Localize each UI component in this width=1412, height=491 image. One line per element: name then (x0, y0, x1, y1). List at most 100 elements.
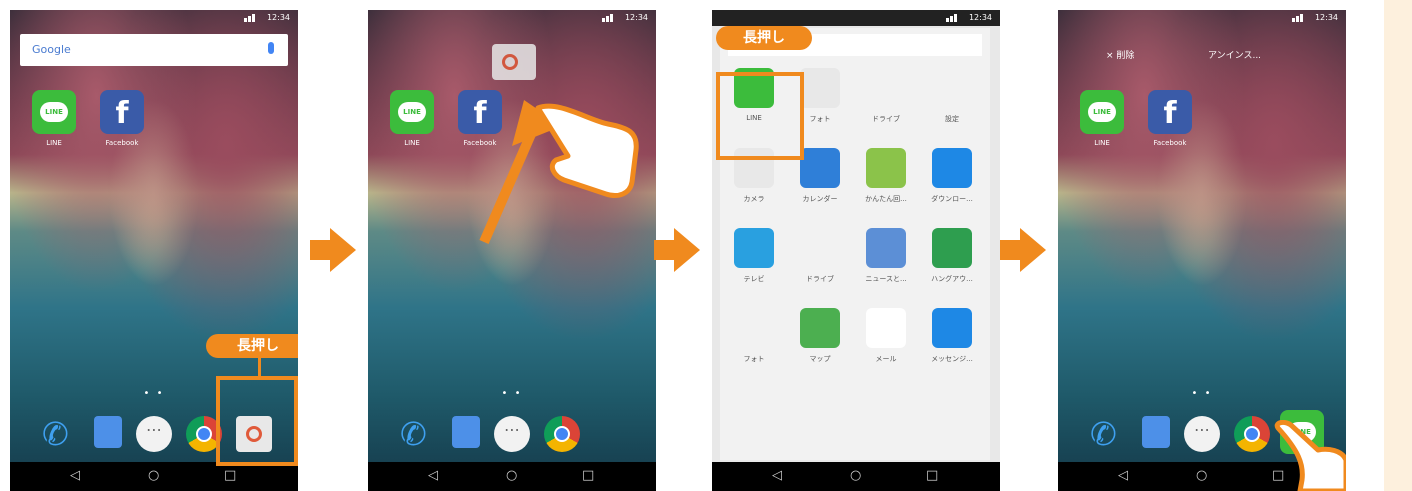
highlight-box (716, 72, 804, 160)
app-grid-item[interactable]: かんたん回... (854, 148, 918, 204)
settings-icon (932, 68, 972, 108)
status-time: 12:34 (624, 13, 648, 22)
hand-pointer-icon (1274, 420, 1346, 491)
app-grid-label: かんたん回... (865, 195, 907, 203)
app-grid-label: ダウンロー... (931, 195, 973, 203)
status-time: 12:34 (1314, 13, 1338, 22)
dock: ✆ (368, 416, 656, 460)
phone-screen-1: 12:34 Google LINE f Facebook • • ✆ ◁ ○ □… (10, 10, 298, 491)
app-grid-item[interactable]: ダウンロー... (920, 148, 984, 204)
facebook-app[interactable]: f Facebook (1140, 90, 1200, 147)
line-app[interactable]: LINE (1072, 90, 1132, 147)
phone-screen-2: 12:34 LINE f Facebook • • ✆ ◁ ○ □ (368, 10, 656, 491)
mic-icon[interactable] (268, 42, 274, 54)
back-icon[interactable]: ◁ (70, 468, 80, 483)
app-grid-label: ドライブ (806, 275, 834, 283)
home-icon[interactable]: ○ (850, 468, 861, 483)
long-press-badge: 長押し (206, 334, 298, 358)
home-icon[interactable]: ○ (148, 468, 159, 483)
step-arrow (1000, 228, 1046, 272)
app-grid-item[interactable]: テレビ (722, 228, 786, 284)
phone-icon[interactable]: ✆ (1090, 416, 1126, 452)
app-grid-label: マップ (809, 355, 831, 363)
drive-icon (866, 68, 906, 108)
messages-icon[interactable] (94, 416, 122, 448)
app-drawer-icon[interactable] (136, 416, 172, 452)
hand-pointer-icon (535, 103, 639, 198)
dragged-camera-icon[interactable] (492, 44, 536, 80)
step-arrow (654, 228, 700, 272)
phone-screen-3: 12:34 アプリを検索 LINEフォトドライブ設定カメラカレンダーかんたん回.… (712, 10, 1000, 491)
back-icon[interactable]: ◁ (428, 468, 438, 483)
messages-icon[interactable] (1142, 416, 1170, 448)
easy-icon (866, 148, 906, 188)
page-indicator: • • (501, 388, 523, 399)
app-grid-label: カメラ (743, 195, 765, 203)
highlight-box (216, 376, 298, 466)
chrome-icon[interactable] (544, 416, 580, 452)
messenger-icon (932, 308, 972, 348)
drive-icon (800, 228, 840, 268)
home-icon[interactable]: ○ (1196, 468, 1207, 483)
google-search-bar[interactable]: Google (20, 34, 288, 66)
nav-bar: ◁ ○ □ (712, 462, 1000, 491)
app-grid-label: メッセンジ... (931, 355, 973, 363)
photos-icon (800, 68, 840, 108)
line-icon (32, 90, 76, 134)
recents-icon[interactable]: □ (582, 468, 594, 483)
line-label: LINE (46, 139, 62, 147)
app-grid-item[interactable]: フォト (722, 308, 786, 364)
news-icon (866, 228, 906, 268)
home-icon[interactable]: ○ (506, 468, 517, 483)
app-drawer-icon[interactable] (494, 416, 530, 452)
nav-bar: ◁ ○ □ (10, 462, 298, 491)
app-grid-item[interactable]: メッセンジ... (920, 308, 984, 364)
side-panel (1384, 0, 1412, 491)
app-grid-label: フォト (743, 355, 765, 363)
badge-connector (258, 358, 261, 376)
uninstall-target[interactable]: アンインス... (1208, 48, 1261, 61)
status-bar: 12:34 (1058, 10, 1346, 26)
back-icon[interactable]: ◁ (772, 468, 782, 483)
recents-icon[interactable]: □ (224, 468, 236, 483)
recents-icon[interactable]: □ (926, 468, 938, 483)
app-grid-item[interactable]: ハングアウ... (920, 228, 984, 284)
facebook-label: Facebook (105, 139, 139, 147)
app-drawer-icon[interactable] (1184, 416, 1220, 452)
signal-icon (244, 13, 260, 22)
app-grid-item[interactable]: ドライブ (854, 68, 918, 124)
nav-bar: ◁ ○ □ (368, 462, 656, 491)
phone-icon[interactable]: ✆ (42, 416, 78, 452)
facebook-app[interactable]: f Facebook (92, 90, 152, 147)
status-time: 12:34 (968, 13, 992, 22)
line-label: LINE (1094, 139, 1110, 147)
line-icon (1080, 90, 1124, 134)
signal-icon (602, 13, 618, 22)
line-label: LINE (404, 139, 420, 147)
messages-icon[interactable] (452, 416, 480, 448)
remove-target[interactable]: × 削除 (1106, 48, 1134, 61)
hangouts-icon (932, 228, 972, 268)
app-grid-item[interactable]: ドライブ (788, 228, 852, 284)
photos-icon (734, 308, 774, 348)
app-grid-label: ドライブ (872, 115, 900, 123)
signal-icon (946, 13, 962, 22)
status-bar: 12:34 (368, 10, 656, 26)
app-grid-item[interactable]: メール (854, 308, 918, 364)
app-grid-item[interactable]: 設定 (920, 68, 984, 124)
phone-icon[interactable]: ✆ (400, 416, 436, 452)
facebook-icon: f (100, 90, 144, 134)
app-grid-item[interactable]: ニュースと... (854, 228, 918, 284)
maps-icon (800, 308, 840, 348)
app-grid-label: ハングアウ... (931, 275, 973, 283)
app-grid-label: 設定 (945, 115, 959, 123)
line-app[interactable]: LINE (382, 90, 442, 147)
app-grid-item[interactable]: マップ (788, 308, 852, 364)
facebook-label: Facebook (1153, 139, 1187, 147)
long-press-badge: 長押し (716, 26, 812, 50)
signal-icon (1292, 13, 1308, 22)
status-bar: 12:34 (10, 10, 298, 26)
back-icon[interactable]: ◁ (1118, 468, 1128, 483)
page-indicator: • • (1191, 388, 1213, 399)
line-app[interactable]: LINE (24, 90, 84, 147)
